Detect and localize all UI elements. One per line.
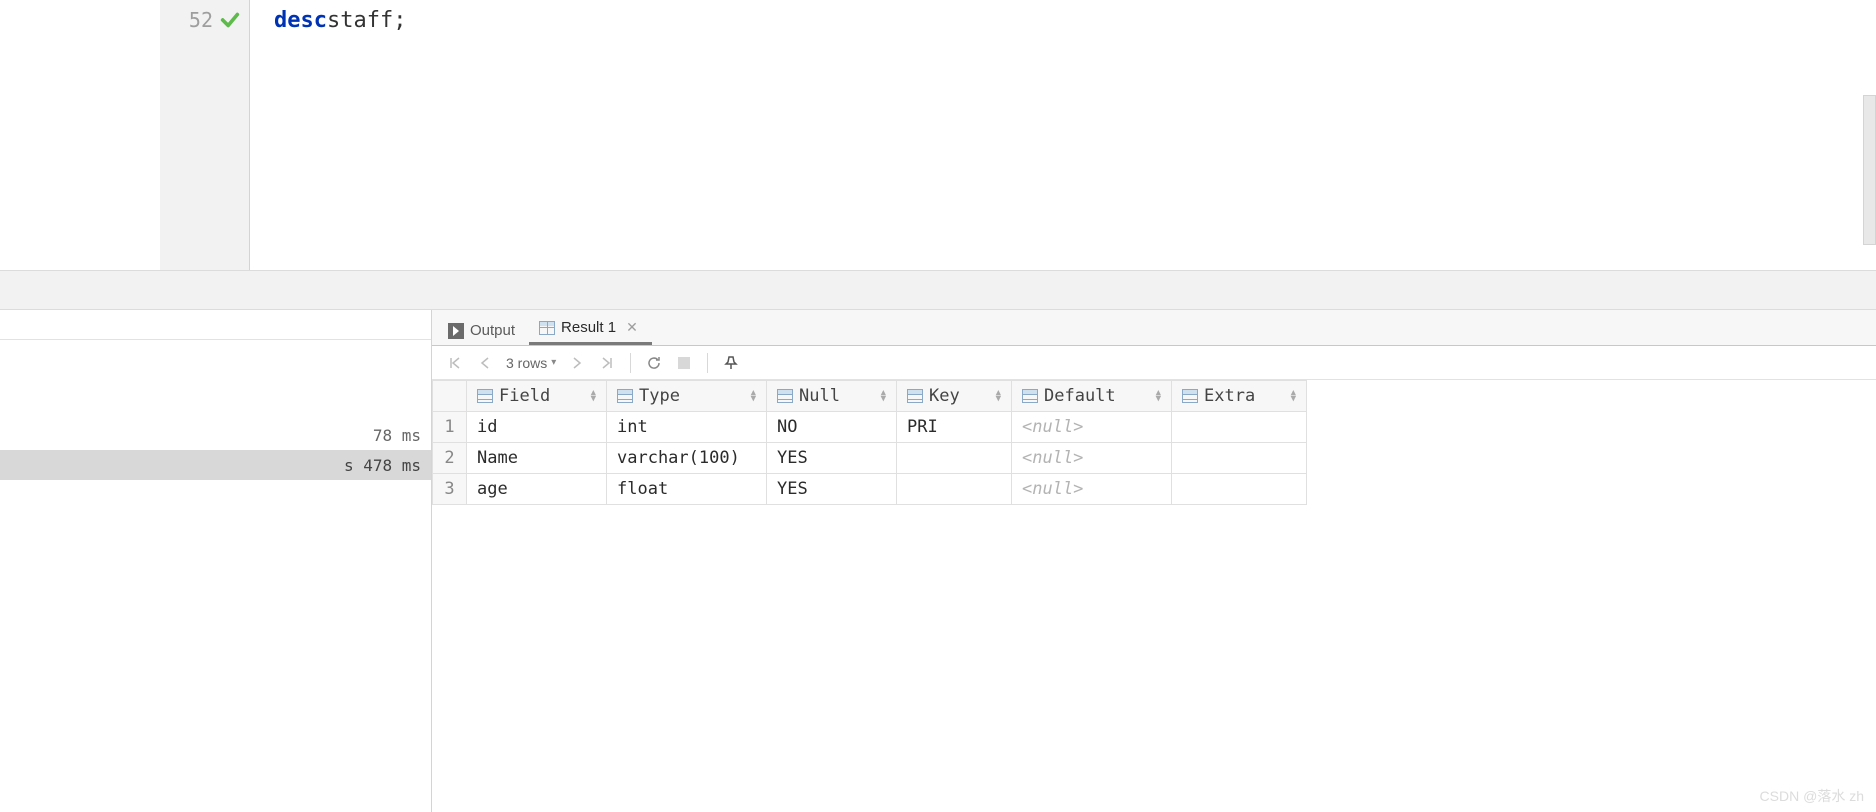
column-icon [907, 389, 923, 403]
cell[interactable]: <null> [1012, 443, 1172, 474]
refresh-button[interactable] [641, 350, 667, 376]
results-tabs: Output Result 1 ✕ [432, 310, 1876, 346]
table-row[interactable]: 2Namevarchar(100)YES <null> [433, 443, 1307, 474]
panel-divider[interactable] [0, 270, 1876, 310]
run-icon [448, 323, 464, 339]
history-item[interactable]: s 478 ms [0, 450, 431, 480]
result-grid-wrap[interactable]: Field ▲▼ Type ▲▼ Null ▲▼ Key ▲▼ Default ▲▼ Extra ▲▼… [432, 380, 1876, 812]
cell[interactable]: float [607, 474, 767, 505]
cell[interactable]: <null> [1012, 474, 1172, 505]
tab-output[interactable]: Output [438, 316, 529, 345]
cell[interactable]: int [607, 412, 767, 443]
code-line[interactable]: desc staff; [274, 6, 1876, 34]
null-value: <null> [1022, 448, 1083, 468]
editor-scrollbar[interactable] [1863, 95, 1876, 245]
rows-count-label: 3 rows [506, 355, 547, 371]
stop-icon [678, 357, 690, 369]
row-number: 2 [433, 443, 467, 474]
sort-icon[interactable]: ▲▼ [591, 390, 596, 402]
column-label: Field [499, 386, 550, 406]
rows-count-dropdown[interactable]: 3 rows ▾ [506, 355, 556, 371]
tab-label: Result 1 [561, 319, 616, 336]
column-header[interactable]: Extra ▲▼ [1172, 381, 1307, 412]
gutter-line: 52 [189, 6, 241, 34]
chevron-down-icon: ▾ [551, 357, 556, 368]
column-label: Type [639, 386, 680, 406]
history-panel: 78 ms s 478 ms [0, 310, 432, 812]
watermark: CSDN @落水 zh [1760, 786, 1864, 806]
cell[interactable]: YES [767, 474, 897, 505]
null-value: <null> [1022, 417, 1083, 437]
column-label: Extra [1204, 386, 1255, 406]
cell[interactable]: varchar(100) [607, 443, 767, 474]
column-icon [1022, 389, 1038, 403]
history-list: 78 ms s 478 ms [0, 340, 431, 480]
sort-icon[interactable]: ▲▼ [1291, 390, 1296, 402]
grid-icon [539, 321, 555, 335]
history-item[interactable]: 78 ms [0, 420, 431, 450]
sql-keyword: desc [274, 8, 327, 33]
tab-result[interactable]: Result 1 ✕ [529, 313, 652, 345]
history-item-label: s 478 ms [344, 456, 421, 475]
toolbar-separator [630, 353, 631, 373]
close-icon[interactable]: ✕ [626, 319, 638, 336]
column-header[interactable]: Null ▲▼ [767, 381, 897, 412]
cell[interactable]: PRI [897, 412, 1012, 443]
sql-identifier: staff [327, 8, 393, 33]
cell[interactable] [1172, 443, 1307, 474]
sort-icon[interactable]: ▲▼ [1156, 390, 1161, 402]
next-page-button[interactable] [564, 350, 590, 376]
null-value: <null> [1022, 479, 1083, 499]
column-header[interactable]: Default ▲▼ [1012, 381, 1172, 412]
cell[interactable]: YES [767, 443, 897, 474]
sql-editor[interactable]: 52 desc staff; [0, 0, 1876, 270]
cell[interactable]: age [467, 474, 607, 505]
table-row[interactable]: 3agefloatYES <null> [433, 474, 1307, 505]
sort-icon[interactable]: ▲▼ [751, 390, 756, 402]
table-row[interactable]: 1idintNOPRI <null> [433, 412, 1307, 443]
stop-button[interactable] [671, 350, 697, 376]
editor-gutter: 52 [0, 0, 250, 270]
pin-button[interactable] [718, 350, 744, 376]
cell[interactable] [1172, 474, 1307, 505]
gutter-left-strip [0, 0, 160, 270]
cell[interactable]: <null> [1012, 412, 1172, 443]
lower-split: 78 ms s 478 ms Output Result 1 ✕ [0, 310, 1876, 812]
column-label: Key [929, 386, 960, 406]
toolbar-separator [707, 353, 708, 373]
last-page-button[interactable] [594, 350, 620, 376]
tab-label: Output [470, 322, 515, 339]
cell[interactable] [897, 474, 1012, 505]
column-header[interactable]: Key ▲▼ [897, 381, 1012, 412]
cell[interactable] [897, 443, 1012, 474]
column-icon [477, 389, 493, 403]
column-header[interactable]: Field ▲▼ [467, 381, 607, 412]
results-panel: Output Result 1 ✕ 3 rows ▾ [432, 310, 1876, 812]
line-number: 52 [189, 8, 213, 32]
cell[interactable] [1172, 412, 1307, 443]
cell[interactable]: NO [767, 412, 897, 443]
column-header[interactable]: Type ▲▼ [607, 381, 767, 412]
column-icon [617, 389, 633, 403]
column-label: Default [1044, 386, 1116, 406]
row-number-header [433, 381, 467, 412]
first-page-button[interactable] [442, 350, 468, 376]
column-icon [777, 389, 793, 403]
history-item-label: 78 ms [373, 426, 421, 445]
prev-page-button[interactable] [472, 350, 498, 376]
sort-icon[interactable]: ▲▼ [881, 390, 886, 402]
editor-code-area[interactable]: desc staff; [250, 0, 1876, 270]
row-number: 3 [433, 474, 467, 505]
cell[interactable]: Name [467, 443, 607, 474]
sql-punct: ; [393, 8, 406, 33]
column-icon [1182, 389, 1198, 403]
result-grid[interactable]: Field ▲▼ Type ▲▼ Null ▲▼ Key ▲▼ Default ▲▼ Extra ▲▼… [432, 380, 1307, 505]
column-label: Null [799, 386, 840, 406]
row-number: 1 [433, 412, 467, 443]
history-panel-header [0, 310, 431, 340]
cell[interactable]: id [467, 412, 607, 443]
results-toolbar: 3 rows ▾ [432, 346, 1876, 380]
check-icon [219, 9, 241, 31]
sort-icon[interactable]: ▲▼ [996, 390, 1001, 402]
